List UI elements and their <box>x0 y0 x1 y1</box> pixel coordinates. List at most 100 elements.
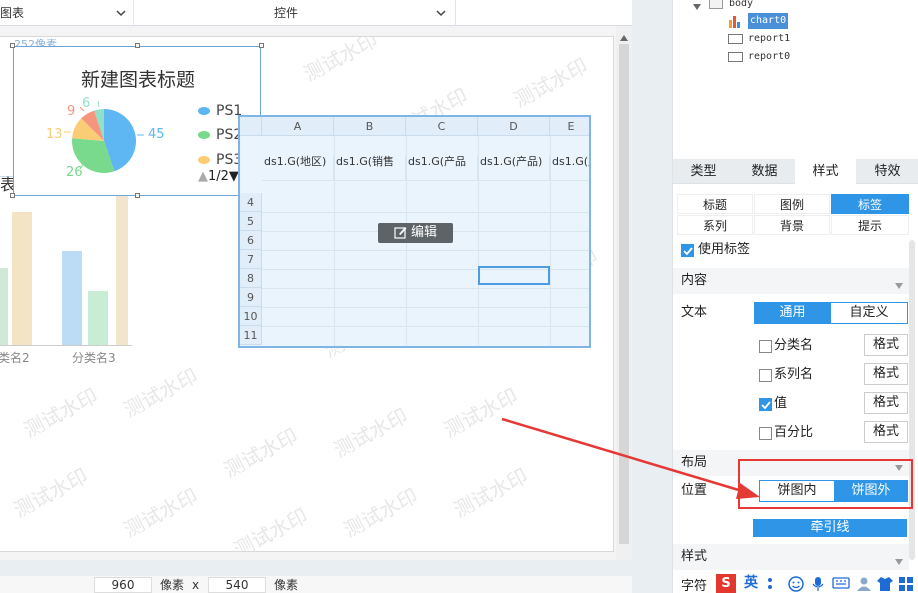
canvas-width-input[interactable]: 960 <box>94 577 152 593</box>
ime-toolbar: S 英 <box>712 574 918 593</box>
legend-item[interactable]: PS1 <box>198 103 242 119</box>
legend-item[interactable]: PS3 <box>198 152 242 168</box>
row-header[interactable]: 5 <box>240 212 262 231</box>
user-icon[interactable] <box>856 576 872 593</box>
chevron-down-icon <box>895 554 903 568</box>
pie-value-label: 6 <box>82 96 91 111</box>
panel-scrollbar[interactable] <box>909 240 915 560</box>
subtab-background[interactable]: 背景 <box>754 215 830 235</box>
legend-marker <box>198 156 210 164</box>
column-header[interactable]: A <box>262 117 334 136</box>
control-dropdown[interactable]: 控件 <box>134 0 456 26</box>
series-name-format-button[interactable]: 格式 <box>864 363 908 385</box>
sogou-logo[interactable]: S <box>716 574 736 593</box>
vertical-scrollbar[interactable] <box>616 26 632 560</box>
collapse-arrow-icon[interactable] <box>693 0 701 16</box>
content-section-header[interactable]: 内容 <box>673 268 909 294</box>
emoji-icon[interactable] <box>788 576 804 593</box>
grid-line <box>262 250 589 251</box>
category-name-checkbox[interactable] <box>759 340 772 353</box>
times-label: x <box>192 578 200 592</box>
legend-item[interactable]: PS2 <box>198 127 242 143</box>
resize-handle[interactable] <box>259 43 264 48</box>
row-header[interactable]: 7 <box>240 250 262 269</box>
subtab-legend[interactable]: 图例 <box>754 194 830 214</box>
bar-chart-widget[interactable]: 表 分类名2 分类名3 <box>0 175 132 366</box>
grid-line <box>334 136 335 346</box>
row-header[interactable]: 4 <box>240 193 262 212</box>
bar <box>116 185 128 346</box>
report-cell[interactable]: ds1.G(销售 <box>334 155 406 181</box>
column-header[interactable]: D <box>478 117 550 136</box>
report-icon <box>728 34 743 44</box>
subtab-title[interactable]: 标题 <box>677 194 753 214</box>
resize-handle[interactable] <box>10 193 15 198</box>
report-cell[interactable]: ds1.G(产品) <box>478 155 550 181</box>
tab-data[interactable]: 数据 <box>734 159 795 184</box>
resize-handle[interactable] <box>135 43 140 48</box>
style-section-header[interactable]: 样式 <box>673 544 909 570</box>
row-header[interactable]: 11 <box>240 326 262 345</box>
watermark: 测试水印 <box>329 403 412 463</box>
column-header[interactable]: B <box>334 117 406 136</box>
pie-value-label: 26 <box>66 165 83 180</box>
report-cell[interactable]: ds1.G(产 <box>550 155 589 181</box>
skin-icon[interactable] <box>876 576 894 593</box>
toolbox-icon[interactable] <box>898 576 914 593</box>
row-header[interactable]: 9 <box>240 288 262 307</box>
column-header[interactable]: C <box>406 117 478 136</box>
grid-line <box>550 136 551 346</box>
leader-line-button[interactable]: 牵引线 <box>753 519 907 537</box>
text-custom-option[interactable]: 自定义 <box>830 302 908 324</box>
pie-chart-widget[interactable]: 新建图表标题 45 26 13 9 6 PS1 PS2 PS3 ▲1/2▼ <box>13 46 261 196</box>
row-header[interactable]: 6 <box>240 231 262 250</box>
series-name-checkbox[interactable] <box>759 369 772 382</box>
text-general-option[interactable]: 通用 <box>754 302 831 324</box>
scroll-up-icon[interactable] <box>620 30 628 44</box>
resize-handle[interactable] <box>135 193 140 198</box>
check-icon <box>761 401 771 410</box>
chart-icon <box>728 14 744 34</box>
column-header[interactable]: E <box>550 117 589 136</box>
canvas-height-input[interactable]: 540 <box>208 577 266 593</box>
use-label-checkbox[interactable] <box>681 244 694 257</box>
width-unit-label: 像素 <box>160 578 185 592</box>
form-icon <box>709 0 723 9</box>
row-header[interactable]: 8 <box>240 269 262 288</box>
edit-button[interactable]: 编辑 <box>378 223 453 243</box>
tab-effects[interactable]: 特效 <box>856 159 918 184</box>
punctuation-icon[interactable] <box>766 576 778 593</box>
vertical-scroll-thumb[interactable] <box>619 44 629 544</box>
chart-dropdown[interactable]: 图表 <box>0 0 134 26</box>
pie-chart <box>64 100 144 174</box>
category-name-format-button[interactable]: 格式 <box>864 334 908 356</box>
report-cell[interactable]: ds1.G(产品 <box>406 155 478 181</box>
keyboard-icon[interactable] <box>832 576 850 593</box>
category-label: 分类名2 <box>0 351 30 365</box>
percent-checkbox[interactable] <box>759 427 772 440</box>
row-header[interactable]: 10 <box>240 307 262 326</box>
tab-style[interactable]: 样式 <box>795 159 856 184</box>
subtab-tooltip[interactable]: 提示 <box>831 215 909 235</box>
page-up-icon[interactable]: ▲ <box>198 169 208 184</box>
ime-mode[interactable]: 英 <box>744 574 758 593</box>
resize-handle[interactable] <box>10 43 15 48</box>
selected-cell[interactable] <box>478 266 550 285</box>
edit-icon <box>394 226 407 246</box>
microphone-icon[interactable] <box>812 576 824 593</box>
tree-node-label: report1 <box>748 33 791 44</box>
legend-pager: ▲1/2▼ <box>198 169 239 184</box>
category-name-label: 分类名 <box>774 338 814 353</box>
legend-page: 1/2 <box>208 169 229 184</box>
report-widget[interactable]: A B C D E ds1.G(地区) ds1.G(销售 ds1.G(产品 ds… <box>238 115 591 348</box>
value-checkbox[interactable] <box>759 398 772 411</box>
grid-line <box>478 136 479 346</box>
report-cell[interactable]: ds1.G(地区) <box>262 155 334 181</box>
chevron-down-icon <box>436 8 446 18</box>
tree-node-label: body <box>729 0 754 9</box>
subtab-label[interactable]: 标签 <box>831 194 909 214</box>
percent-format-button[interactable]: 格式 <box>864 421 908 443</box>
value-format-button[interactable]: 格式 <box>864 392 908 414</box>
subtab-series[interactable]: 系列 <box>677 215 753 235</box>
tab-type[interactable]: 类型 <box>673 159 734 184</box>
